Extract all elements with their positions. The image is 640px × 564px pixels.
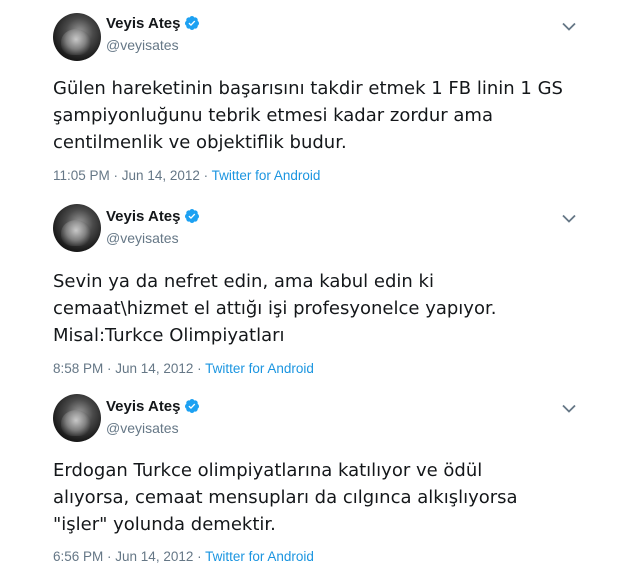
- separator: ·: [103, 361, 116, 376]
- display-name[interactable]: Veyis Ateş: [106, 15, 200, 32]
- verified-badge-icon: [184, 399, 199, 413]
- tweet-time[interactable]: 8:58 PM: [53, 361, 103, 376]
- chevron-down-icon[interactable]: [562, 404, 576, 414]
- display-name[interactable]: Veyis Ateş: [106, 398, 200, 415]
- display-name-text[interactable]: Veyis Ateş: [106, 208, 181, 225]
- tweet-date[interactable]: Jun 14, 2012: [115, 549, 193, 564]
- avatar[interactable]: [53, 394, 101, 442]
- avatar[interactable]: [53, 13, 101, 61]
- separator: ·: [103, 549, 116, 564]
- tweet-meta: 11:05 PM · Jun 14, 2012 · Twitter for An…: [53, 168, 320, 183]
- tweet-text: Gülen hareketinin başarısını takdir etme…: [53, 78, 563, 153]
- chevron-down-icon[interactable]: [562, 22, 576, 32]
- tweet-meta: 6:56 PM · Jun 14, 2012 · Twitter for And…: [53, 549, 314, 564]
- tweet-text: Erdogan Turkce olimpiyatlarına katılıyor…: [53, 460, 518, 535]
- tweet-time[interactable]: 11:05 PM: [53, 168, 110, 183]
- tweet-time[interactable]: 6:56 PM: [53, 549, 103, 564]
- verified-badge-icon: [184, 209, 199, 223]
- handle[interactable]: @veyisates: [106, 230, 179, 246]
- display-name-text[interactable]: Veyis Ateş: [106, 398, 181, 415]
- tweet-date[interactable]: Jun 14, 2012: [115, 361, 193, 376]
- chevron-down-icon[interactable]: [562, 214, 576, 224]
- separator: ·: [193, 361, 206, 376]
- separator: ·: [109, 168, 122, 183]
- avatar[interactable]: [53, 204, 101, 252]
- tweet-date[interactable]: Jun 14, 2012: [122, 168, 200, 183]
- separator: ·: [199, 168, 212, 183]
- tweet-source[interactable]: Twitter for Android: [205, 549, 314, 564]
- handle[interactable]: @veyisates: [106, 37, 179, 53]
- verified-badge-icon: [184, 16, 199, 30]
- separator: ·: [193, 549, 206, 564]
- display-name[interactable]: Veyis Ateş: [106, 208, 200, 225]
- tweet-source[interactable]: Twitter for Android: [212, 168, 321, 183]
- tweet-source[interactable]: Twitter for Android: [205, 361, 314, 376]
- display-name-text[interactable]: Veyis Ateş: [106, 15, 181, 32]
- tweet-meta: 8:58 PM · Jun 14, 2012 · Twitter for And…: [53, 361, 314, 376]
- handle[interactable]: @veyisates: [106, 420, 179, 436]
- tweet-text: Sevin ya da nefret edin, ama kabul edin …: [53, 271, 497, 346]
